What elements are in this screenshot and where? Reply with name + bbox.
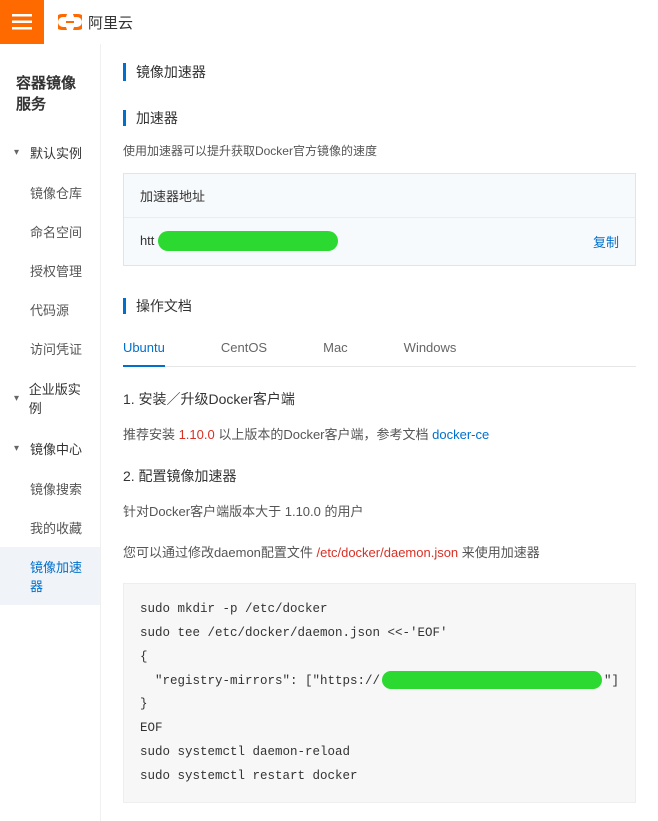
accelerator-section-title: 加速器 bbox=[136, 108, 178, 128]
redacted-smear bbox=[158, 231, 338, 251]
docs-section-title: 操作文档 bbox=[136, 296, 192, 316]
accelerator-section-head: 加速器 bbox=[123, 108, 636, 128]
redacted-smear bbox=[382, 671, 602, 689]
accelerator-desc: 使用加速器可以提升获取Docker官方镜像的速度 bbox=[123, 142, 636, 159]
sidebar-item-image-repo[interactable]: 镜像仓库 bbox=[0, 173, 100, 212]
docs-section-head: 操作文档 bbox=[123, 296, 636, 316]
doc-paragraph-3: 您可以通过修改daemon配置文件 /etc/docker/daemon.jso… bbox=[123, 543, 636, 564]
chevron-down-icon: ▾ bbox=[14, 443, 24, 454]
accelerator-url-value: htt bbox=[140, 233, 340, 251]
doc-heading-1: 1. 安装／升级Docker客户端 bbox=[123, 389, 636, 409]
accelerator-url-box: 加速器地址 htt 复制 bbox=[123, 173, 636, 266]
brand-logo[interactable]: 阿里云 bbox=[44, 12, 133, 33]
sidebar-section-image-center: ▾ 镜像中心 镜像搜索 我的收藏 镜像加速器 bbox=[0, 428, 100, 605]
sidebar-section-enterprise: ▾ 企业版实例 bbox=[0, 368, 100, 428]
page-title-wrap: 镜像加速器 bbox=[123, 62, 636, 82]
content-area: 镜像加速器 加速器 使用加速器可以提升获取Docker官方镜像的速度 加速器地址… bbox=[101, 44, 658, 821]
tab-mac[interactable]: Mac bbox=[323, 330, 348, 367]
code-block: sudo mkdir -p /etc/dockersudo tee /etc/d… bbox=[123, 583, 636, 803]
chevron-down-icon: ▾ bbox=[14, 393, 23, 404]
brand-text: 阿里云 bbox=[88, 12, 133, 33]
docker-ce-link[interactable]: docker-ce bbox=[432, 427, 489, 442]
sidebar-section-head-default[interactable]: ▾ 默认实例 bbox=[0, 132, 100, 173]
version-text: 1.10.0 bbox=[179, 427, 215, 442]
sidebar: 容器镜像服务 ▾ 默认实例 镜像仓库 命名空间 授权管理 代码源 访问凭证 ▾ … bbox=[0, 44, 101, 821]
sidebar-section-default: ▾ 默认实例 镜像仓库 命名空间 授权管理 代码源 访问凭证 bbox=[0, 132, 100, 368]
sidebar-section-head-enterprise[interactable]: ▾ 企业版实例 bbox=[0, 368, 100, 428]
top-header: 阿里云 bbox=[0, 0, 658, 44]
sidebar-item-credentials[interactable]: 访问凭证 bbox=[0, 329, 100, 368]
sidebar-item-code-source[interactable]: 代码源 bbox=[0, 290, 100, 329]
doc-paragraph-1: 推荐安装 1.10.0 以上版本的Docker客户端，参考文档 docker-c… bbox=[123, 425, 636, 446]
sidebar-item-image-accelerator[interactable]: 镜像加速器 bbox=[0, 547, 100, 605]
menu-toggle-button[interactable] bbox=[0, 0, 44, 44]
doc-paragraph-2: 针对Docker客户端版本大于 1.10.0 的用户 bbox=[123, 502, 636, 523]
sidebar-item-auth[interactable]: 授权管理 bbox=[0, 251, 100, 290]
doc-heading-2: 2. 配置镜像加速器 bbox=[123, 466, 636, 486]
accelerator-url-box-title: 加速器地址 bbox=[124, 174, 635, 218]
config-path: /etc/docker/daemon.json bbox=[317, 545, 459, 560]
tab-ubuntu[interactable]: Ubuntu bbox=[123, 330, 165, 367]
aliyun-logo-icon bbox=[58, 12, 82, 32]
tab-windows[interactable]: Windows bbox=[404, 330, 457, 367]
sidebar-title: 容器镜像服务 bbox=[0, 62, 100, 132]
sidebar-item-my-favorites[interactable]: 我的收藏 bbox=[0, 508, 100, 547]
title-bar-icon bbox=[123, 298, 126, 314]
hamburger-icon bbox=[12, 14, 32, 30]
sidebar-section-head-image-center[interactable]: ▾ 镜像中心 bbox=[0, 428, 100, 469]
title-bar-icon bbox=[123, 63, 126, 81]
os-tabs: Ubuntu CentOS Mac Windows bbox=[123, 330, 636, 367]
copy-button[interactable]: 复制 bbox=[593, 232, 619, 251]
page-title: 镜像加速器 bbox=[136, 62, 206, 82]
chevron-down-icon: ▾ bbox=[14, 147, 24, 158]
title-bar-icon bbox=[123, 110, 126, 126]
sidebar-item-namespace[interactable]: 命名空间 bbox=[0, 212, 100, 251]
sidebar-item-image-search[interactable]: 镜像搜索 bbox=[0, 469, 100, 508]
tab-centos[interactable]: CentOS bbox=[221, 330, 267, 367]
